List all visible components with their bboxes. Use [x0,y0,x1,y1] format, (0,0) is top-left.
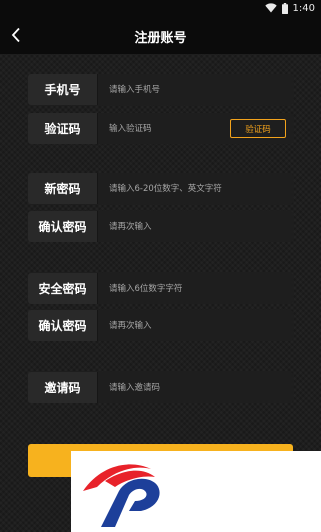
security-password-row: 安全密码 [28,273,293,304]
get-code-button[interactable]: 验证码 [230,119,286,138]
confirm-password-label: 确认密码 [28,211,98,242]
verification-row: 验证码 验证码 [28,113,293,144]
battery-icon [281,2,288,14]
confirm-password-input[interactable] [98,211,293,242]
status-icons: 1:40 [264,2,315,14]
wifi-icon [264,3,277,13]
invite-code-label: 邀请码 [28,372,98,403]
verification-label: 验证码 [28,113,98,144]
confirm-security-password-row: 确认密码 [28,310,293,341]
phone-label: 手机号 [28,74,98,105]
confirm-security-password-input[interactable] [98,310,293,341]
confirm-security-password-label: 确认密码 [28,310,98,341]
status-time: 1:40 [292,2,315,14]
new-password-row: 新密码 [28,173,293,204]
confirm-password-row: 确认密码 [28,211,293,242]
invite-code-input[interactable] [98,372,293,403]
status-bar: 1:40 [0,0,321,16]
phone-row: 手机号 [28,74,293,105]
security-password-label: 安全密码 [28,273,98,304]
new-password-input[interactable] [98,173,293,204]
page-title: 注册账号 [134,31,187,46]
new-password-label: 新密码 [28,173,98,204]
verification-input-wrap: 验证码 [98,113,293,144]
invite-code-row: 邀请码 [28,372,293,403]
phone-input[interactable] [98,74,293,105]
nav-bar: 注册账号 [0,16,321,54]
brand-logo-icon [83,464,160,527]
security-password-input[interactable] [98,273,293,304]
watermark-overlay [71,451,321,532]
